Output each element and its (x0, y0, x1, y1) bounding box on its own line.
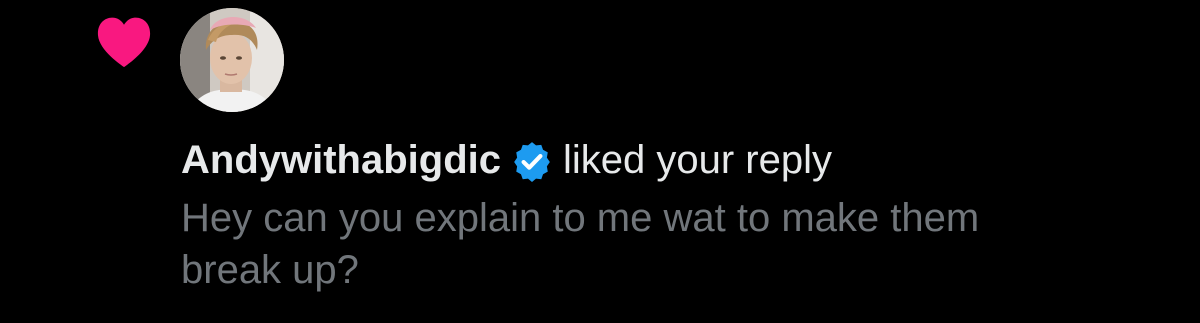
like-notification[interactable]: Andywithabigdic liked your reply Hey can… (0, 0, 1200, 323)
heart-icon (97, 17, 151, 68)
reply-preview-text[interactable]: Hey can you explain to me wat to make th… (181, 192, 1081, 296)
username-link[interactable]: Andywithabigdic (181, 134, 501, 186)
avatar[interactable] (180, 8, 284, 112)
notification-content: Andywithabigdic liked your reply Hey can… (181, 134, 1181, 296)
user-avatar-icon (180, 8, 284, 112)
notification-headline: Andywithabigdic liked your reply (181, 134, 1181, 186)
action-text: liked your reply (563, 138, 833, 182)
verified-badge-icon (514, 142, 550, 182)
